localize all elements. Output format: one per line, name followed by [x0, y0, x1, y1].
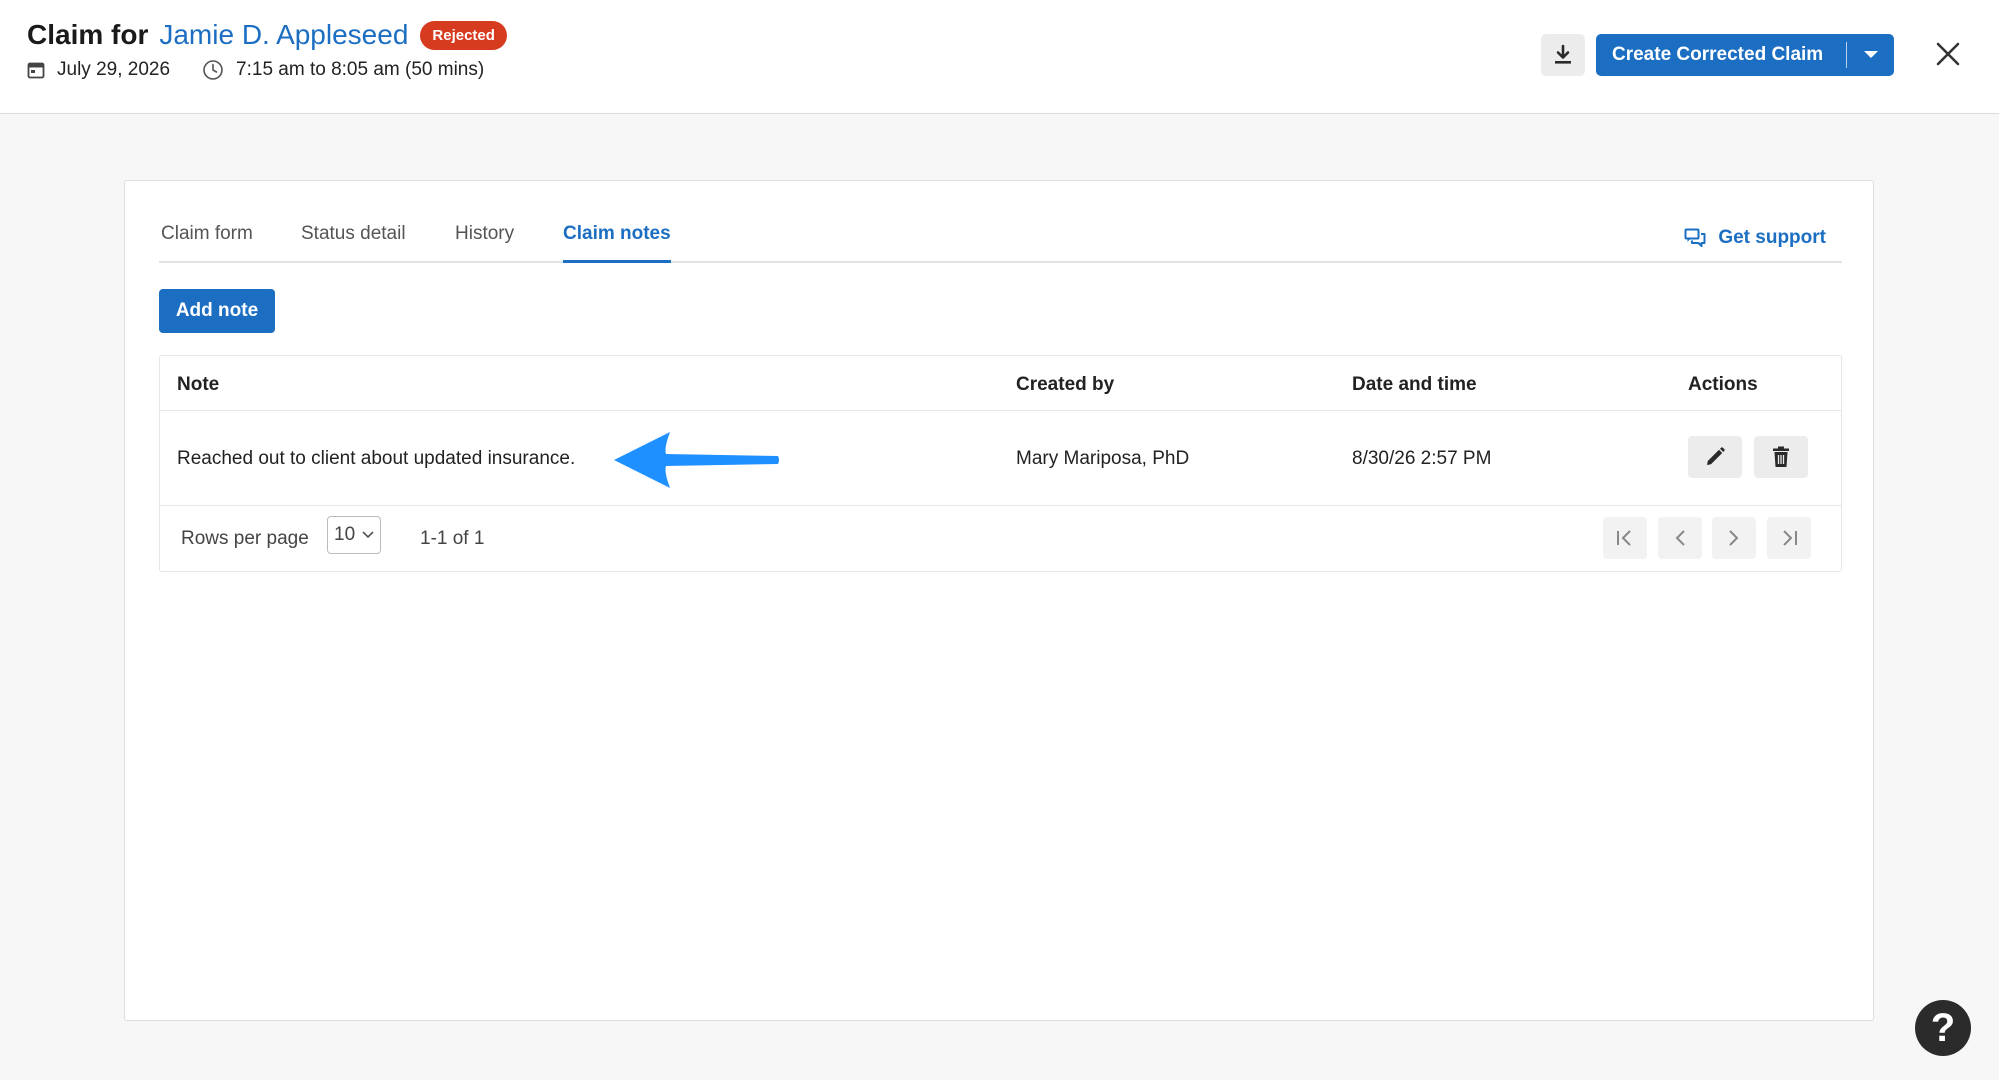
- chevron-down-icon: [362, 531, 374, 539]
- status-badge: Rejected: [420, 20, 507, 50]
- claim-notes-card: Claim form Status detail History Claim n…: [124, 180, 1874, 1021]
- claim-date-text: July 29, 2026: [57, 59, 171, 80]
- caret-down-icon: [1863, 51, 1878, 58]
- annotation-arrow: [614, 432, 779, 488]
- pagination-range: 1-1 of 1: [420, 528, 485, 549]
- tab-status-detail[interactable]: Status detail: [301, 223, 406, 263]
- column-header-created-by: Created by: [1016, 374, 1115, 395]
- next-page-icon: [1729, 530, 1739, 546]
- column-header-date-time: Date and time: [1352, 374, 1477, 395]
- column-header-actions: Actions: [1688, 374, 1758, 395]
- create-corrected-claim-split-button: Create Corrected Claim: [1596, 34, 1894, 76]
- download-icon: [1555, 44, 1571, 64]
- calendar-icon: [27, 62, 45, 79]
- first-page-button[interactable]: [1603, 517, 1647, 559]
- last-page-button[interactable]: [1767, 517, 1811, 559]
- claim-time-text: 7:15 am to 8:05 am (50 mins): [236, 59, 485, 80]
- tab-claim-notes[interactable]: Claim notes: [563, 223, 671, 263]
- claim-notes-table: Note Created by Date and time Actions Re…: [159, 355, 1842, 572]
- claim-date: July 29, 2026: [27, 59, 170, 81]
- tab-history[interactable]: History: [455, 223, 514, 263]
- claim-tabs: Claim form Status detail History Claim n…: [159, 181, 1842, 263]
- title-prefix: Claim for: [27, 19, 149, 50]
- first-page-icon: [1617, 530, 1631, 546]
- previous-page-button[interactable]: [1658, 517, 1702, 559]
- rows-per-page-select[interactable]: 10: [327, 516, 381, 554]
- close-button[interactable]: [1932, 38, 1964, 70]
- table-pagination: Rows per page 10 1-1 of 1: [160, 506, 1841, 572]
- rows-per-page-label: Rows per page: [181, 528, 309, 549]
- table-row: Reached out to client about updated insu…: [160, 411, 1841, 506]
- download-button[interactable]: [1541, 34, 1585, 76]
- prev-page-icon: [1675, 530, 1685, 546]
- created-by-cell: Mary Mariposa, PhD: [1016, 448, 1190, 469]
- client-name-link[interactable]: Jamie D. Appleseed: [159, 19, 408, 51]
- table-header: Note Created by Date and time Actions: [160, 356, 1841, 411]
- pencil-icon: [1707, 447, 1725, 465]
- claim-time: 7:15 am to 8:05 am (50 mins): [202, 59, 484, 81]
- close-icon: [1936, 42, 1960, 66]
- more-actions-dropdown[interactable]: [1847, 34, 1894, 76]
- get-support-label: Get support: [1718, 227, 1826, 248]
- chat-bubbles-icon: [1684, 228, 1706, 247]
- claim-header: Claim for Jamie D. Appleseed Rejected Ju…: [0, 0, 1999, 114]
- rows-per-page-value: 10: [334, 524, 356, 545]
- next-page-button[interactable]: [1712, 517, 1756, 559]
- help-button[interactable]: ?: [1915, 1000, 1971, 1056]
- add-note-button[interactable]: Add note: [159, 289, 275, 333]
- delete-note-button[interactable]: [1754, 436, 1808, 478]
- claim-meta: July 29, 2026 7:15 am to 8:05 am (50 min…: [27, 58, 484, 82]
- edit-note-button[interactable]: [1688, 436, 1742, 478]
- tab-claim-form[interactable]: Claim form: [161, 223, 253, 263]
- clock-icon: [203, 60, 223, 80]
- get-support-link[interactable]: Get support: [1684, 227, 1826, 249]
- trash-icon: [1773, 446, 1789, 467]
- note-cell: Reached out to client about updated insu…: [177, 448, 576, 469]
- claim-title: Claim for Jamie D. Appleseed Rejected: [27, 16, 507, 54]
- last-page-icon: [1783, 530, 1797, 546]
- column-header-note: Note: [177, 374, 220, 395]
- date-time-cell: 8/30/26 2:57 PM: [1352, 448, 1492, 469]
- create-corrected-claim-button[interactable]: Create Corrected Claim: [1596, 44, 1846, 66]
